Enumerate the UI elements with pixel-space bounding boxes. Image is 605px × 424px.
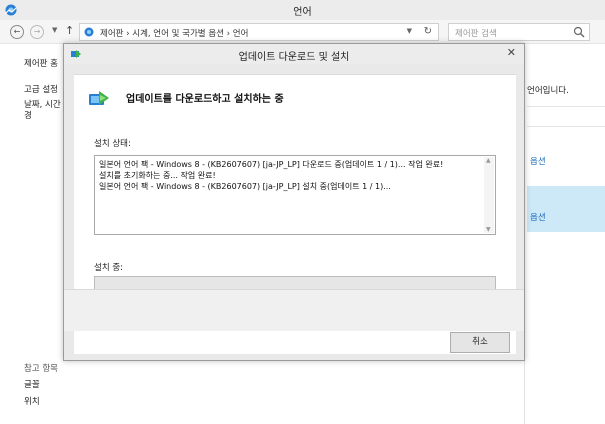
forward-arrow-icon[interactable]: → [30, 25, 44, 39]
control-panel-icon [84, 27, 94, 37]
log-line: 일본어 언어 팩 - Windows 8 - (KB2607607) [ja-J… [99, 160, 444, 169]
scroll-down-icon[interactable]: ▼ [486, 226, 491, 233]
dialog-titlebar: 업데이트 다운로드 및 설치 ✕ [64, 44, 524, 64]
sidebar-item-datetime-cont[interactable]: 경 [24, 109, 32, 121]
description-text: 언어입니다. [527, 86, 569, 96]
see-also-fonts-link[interactable]: 글꼴 [24, 378, 40, 390]
language-update-icon [89, 91, 109, 105]
log-line: 일본어 언어 팩 - Windows 8 - (KB2607607) [ja-J… [99, 182, 391, 191]
log-line: 설치를 초기화하는 중... 작업 완료! [99, 171, 216, 180]
search-icon[interactable] [573, 26, 585, 38]
window-titlebar: 언어 [0, 0, 605, 20]
install-log[interactable]: 일본어 언어 팩 - Windows 8 - (KB2607607) [ja-J… [94, 155, 496, 235]
window-title: 언어 [293, 7, 312, 18]
sidebar-item-advanced[interactable]: 고급 설정 [24, 83, 58, 95]
see-also-title: 참고 항목 [24, 364, 58, 374]
divider [527, 126, 605, 127]
update-dialog: 업데이트 다운로드 및 설치 ✕ 업데이트를 다운로드하고 설치하는 중 설치 … [63, 43, 525, 361]
scroll-up-icon[interactable]: ▲ [486, 157, 491, 164]
progress-label: 설치 중: [94, 263, 124, 273]
status-label: 설치 상태: [94, 139, 131, 149]
close-icon[interactable]: ✕ [507, 46, 516, 59]
dialog-footer [64, 289, 524, 331]
address-bar[interactable]: 제어판 › 시계, 언어 및 국가별 옵션 › 언어 ▼ ↻ [79, 23, 439, 41]
search-placeholder: 제어판 검색 [455, 29, 497, 39]
options-link-1[interactable]: 옵션 [530, 155, 546, 167]
chevron-down-icon[interactable]: ▼ [52, 26, 57, 34]
log-scrollbar[interactable]: ▲ ▼ [484, 157, 494, 233]
selected-language-row[interactable] [527, 186, 605, 232]
breadcrumb[interactable]: 제어판 › 시계, 언어 및 국가별 옵션 › 언어 [100, 27, 248, 39]
navigation-bar: ← → ▼ ↑ 제어판 › 시계, 언어 및 국가별 옵션 › 언어 ▼ ↻ 제… [0, 20, 605, 44]
dialog-heading: 업데이트를 다운로드하고 설치하는 중 [126, 94, 284, 105]
back-arrow-icon[interactable]: ← [10, 25, 24, 39]
refresh-icon[interactable]: ↻ [424, 26, 432, 37]
see-also-location-link[interactable]: 위치 [24, 395, 40, 407]
cancel-button[interactable]: 취소 [450, 332, 510, 353]
options-link-2[interactable]: 옵션 [530, 211, 546, 223]
address-dropdown-icon[interactable]: ▼ [407, 27, 412, 35]
sidebar-item-home[interactable]: 제어판 홈 [24, 57, 58, 69]
search-input[interactable]: 제어판 검색 [448, 23, 590, 41]
divider [527, 106, 605, 107]
dialog-title: 업데이트 다운로드 및 설치 [238, 52, 350, 63]
up-arrow-icon[interactable]: ↑ [65, 24, 74, 37]
